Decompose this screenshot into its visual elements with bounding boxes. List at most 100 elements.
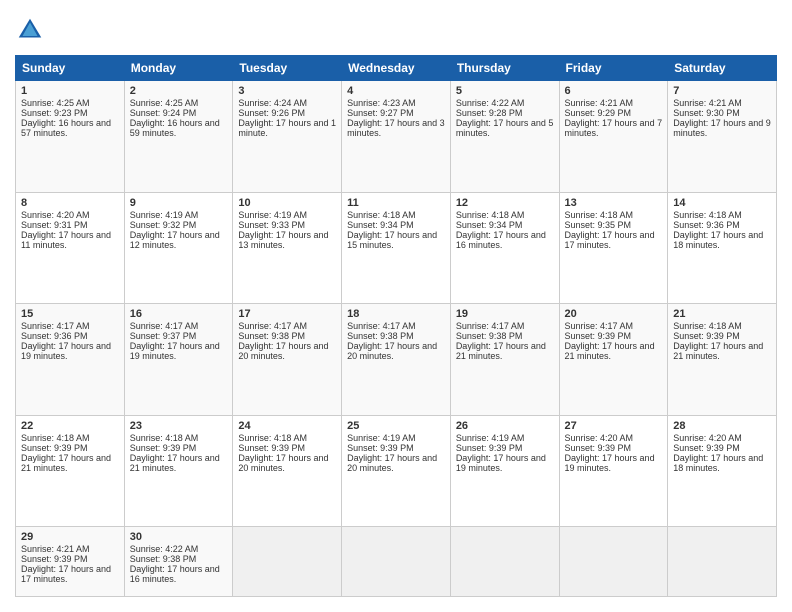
sunrise-text: Sunrise: 4:25 AM xyxy=(21,98,90,108)
calendar-cell: 4Sunrise: 4:23 AMSunset: 9:27 PMDaylight… xyxy=(342,81,451,193)
daylight-text: Daylight: 17 hours and 1 minute. xyxy=(238,118,336,138)
calendar-week-row: 29Sunrise: 4:21 AMSunset: 9:39 PMDayligh… xyxy=(16,527,777,597)
day-number: 14 xyxy=(673,197,771,209)
day-number: 10 xyxy=(238,197,336,209)
calendar-cell: 2Sunrise: 4:25 AMSunset: 9:24 PMDaylight… xyxy=(124,81,233,193)
sunset-text: Sunset: 9:35 PM xyxy=(565,220,632,230)
calendar-cell xyxy=(342,527,451,597)
day-number: 2 xyxy=(130,85,228,97)
day-number: 22 xyxy=(21,420,119,432)
sunrise-text: Sunrise: 4:22 AM xyxy=(456,98,525,108)
daylight-text: Daylight: 17 hours and 19 minutes. xyxy=(130,341,220,361)
daylight-text: Daylight: 16 hours and 59 minutes. xyxy=(130,118,220,138)
daylight-text: Daylight: 17 hours and 16 minutes. xyxy=(456,230,546,250)
sunrise-text: Sunrise: 4:19 AM xyxy=(130,210,199,220)
calendar-cell: 5Sunrise: 4:22 AMSunset: 9:28 PMDaylight… xyxy=(450,81,559,193)
calendar-day-header: Wednesday xyxy=(342,56,451,81)
calendar-cell: 9Sunrise: 4:19 AMSunset: 9:32 PMDaylight… xyxy=(124,192,233,304)
calendar-cell: 21Sunrise: 4:18 AMSunset: 9:39 PMDayligh… xyxy=(668,304,777,416)
sunset-text: Sunset: 9:39 PM xyxy=(238,443,305,453)
daylight-text: Daylight: 17 hours and 20 minutes. xyxy=(347,341,437,361)
daylight-text: Daylight: 17 hours and 21 minutes. xyxy=(130,453,220,473)
calendar-cell: 25Sunrise: 4:19 AMSunset: 9:39 PMDayligh… xyxy=(342,415,451,527)
day-number: 28 xyxy=(673,420,771,432)
calendar-cell: 20Sunrise: 4:17 AMSunset: 9:39 PMDayligh… xyxy=(559,304,668,416)
sunrise-text: Sunrise: 4:17 AM xyxy=(565,321,634,331)
day-number: 30 xyxy=(130,531,228,543)
sunset-text: Sunset: 9:39 PM xyxy=(565,331,632,341)
sunrise-text: Sunrise: 4:18 AM xyxy=(673,321,742,331)
day-number: 6 xyxy=(565,85,663,97)
sunset-text: Sunset: 9:39 PM xyxy=(347,443,414,453)
day-number: 12 xyxy=(456,197,554,209)
calendar-header-row: SundayMondayTuesdayWednesdayThursdayFrid… xyxy=(16,56,777,81)
sunrise-text: Sunrise: 4:19 AM xyxy=(238,210,307,220)
daylight-text: Daylight: 17 hours and 19 minutes. xyxy=(565,453,655,473)
calendar-day-header: Monday xyxy=(124,56,233,81)
sunset-text: Sunset: 9:24 PM xyxy=(130,108,197,118)
day-number: 3 xyxy=(238,85,336,97)
sunset-text: Sunset: 9:28 PM xyxy=(456,108,523,118)
sunset-text: Sunset: 9:29 PM xyxy=(565,108,632,118)
sunrise-text: Sunrise: 4:22 AM xyxy=(130,544,199,554)
day-number: 29 xyxy=(21,531,119,543)
sunrise-text: Sunrise: 4:21 AM xyxy=(673,98,742,108)
calendar-week-row: 1Sunrise: 4:25 AMSunset: 9:23 PMDaylight… xyxy=(16,81,777,193)
logo-icon xyxy=(15,15,45,45)
day-number: 16 xyxy=(130,308,228,320)
calendar-cell: 28Sunrise: 4:20 AMSunset: 9:39 PMDayligh… xyxy=(668,415,777,527)
daylight-text: Daylight: 17 hours and 17 minutes. xyxy=(565,230,655,250)
sunrise-text: Sunrise: 4:20 AM xyxy=(565,433,634,443)
calendar-cell xyxy=(668,527,777,597)
daylight-text: Daylight: 17 hours and 13 minutes. xyxy=(238,230,328,250)
sunrise-text: Sunrise: 4:17 AM xyxy=(130,321,199,331)
sunset-text: Sunset: 9:38 PM xyxy=(347,331,414,341)
calendar-day-header: Thursday xyxy=(450,56,559,81)
daylight-text: Daylight: 17 hours and 20 minutes. xyxy=(347,453,437,473)
sunrise-text: Sunrise: 4:21 AM xyxy=(565,98,634,108)
day-number: 4 xyxy=(347,85,445,97)
sunset-text: Sunset: 9:36 PM xyxy=(673,220,740,230)
calendar-cell: 24Sunrise: 4:18 AMSunset: 9:39 PMDayligh… xyxy=(233,415,342,527)
sunrise-text: Sunrise: 4:17 AM xyxy=(21,321,90,331)
daylight-text: Daylight: 17 hours and 21 minutes. xyxy=(21,453,111,473)
sunset-text: Sunset: 9:36 PM xyxy=(21,331,88,341)
daylight-text: Daylight: 17 hours and 9 minutes. xyxy=(673,118,771,138)
daylight-text: Daylight: 17 hours and 20 minutes. xyxy=(238,453,328,473)
calendar-cell: 19Sunrise: 4:17 AMSunset: 9:38 PMDayligh… xyxy=(450,304,559,416)
sunrise-text: Sunrise: 4:21 AM xyxy=(21,544,90,554)
sunrise-text: Sunrise: 4:18 AM xyxy=(21,433,90,443)
sunset-text: Sunset: 9:39 PM xyxy=(673,331,740,341)
sunrise-text: Sunrise: 4:18 AM xyxy=(673,210,742,220)
daylight-text: Daylight: 17 hours and 18 minutes. xyxy=(673,230,763,250)
day-number: 13 xyxy=(565,197,663,209)
sunrise-text: Sunrise: 4:20 AM xyxy=(21,210,90,220)
calendar-cell: 23Sunrise: 4:18 AMSunset: 9:39 PMDayligh… xyxy=(124,415,233,527)
sunset-text: Sunset: 9:38 PM xyxy=(130,554,197,564)
daylight-text: Daylight: 16 hours and 57 minutes. xyxy=(21,118,111,138)
sunrise-text: Sunrise: 4:17 AM xyxy=(238,321,307,331)
calendar-day-header: Saturday xyxy=(668,56,777,81)
day-number: 27 xyxy=(565,420,663,432)
calendar-cell: 8Sunrise: 4:20 AMSunset: 9:31 PMDaylight… xyxy=(16,192,125,304)
day-number: 25 xyxy=(347,420,445,432)
sunset-text: Sunset: 9:33 PM xyxy=(238,220,305,230)
calendar-cell: 22Sunrise: 4:18 AMSunset: 9:39 PMDayligh… xyxy=(16,415,125,527)
sunrise-text: Sunrise: 4:18 AM xyxy=(238,433,307,443)
daylight-text: Daylight: 17 hours and 19 minutes. xyxy=(21,341,111,361)
calendar-day-header: Friday xyxy=(559,56,668,81)
sunrise-text: Sunrise: 4:17 AM xyxy=(347,321,416,331)
day-number: 24 xyxy=(238,420,336,432)
calendar-cell xyxy=(559,527,668,597)
calendar-cell xyxy=(233,527,342,597)
calendar-week-row: 8Sunrise: 4:20 AMSunset: 9:31 PMDaylight… xyxy=(16,192,777,304)
calendar-week-row: 15Sunrise: 4:17 AMSunset: 9:36 PMDayligh… xyxy=(16,304,777,416)
sunrise-text: Sunrise: 4:20 AM xyxy=(673,433,742,443)
daylight-text: Daylight: 17 hours and 21 minutes. xyxy=(565,341,655,361)
sunrise-text: Sunrise: 4:17 AM xyxy=(456,321,525,331)
daylight-text: Daylight: 17 hours and 11 minutes. xyxy=(21,230,111,250)
day-number: 19 xyxy=(456,308,554,320)
day-number: 17 xyxy=(238,308,336,320)
day-number: 1 xyxy=(21,85,119,97)
sunrise-text: Sunrise: 4:18 AM xyxy=(565,210,634,220)
